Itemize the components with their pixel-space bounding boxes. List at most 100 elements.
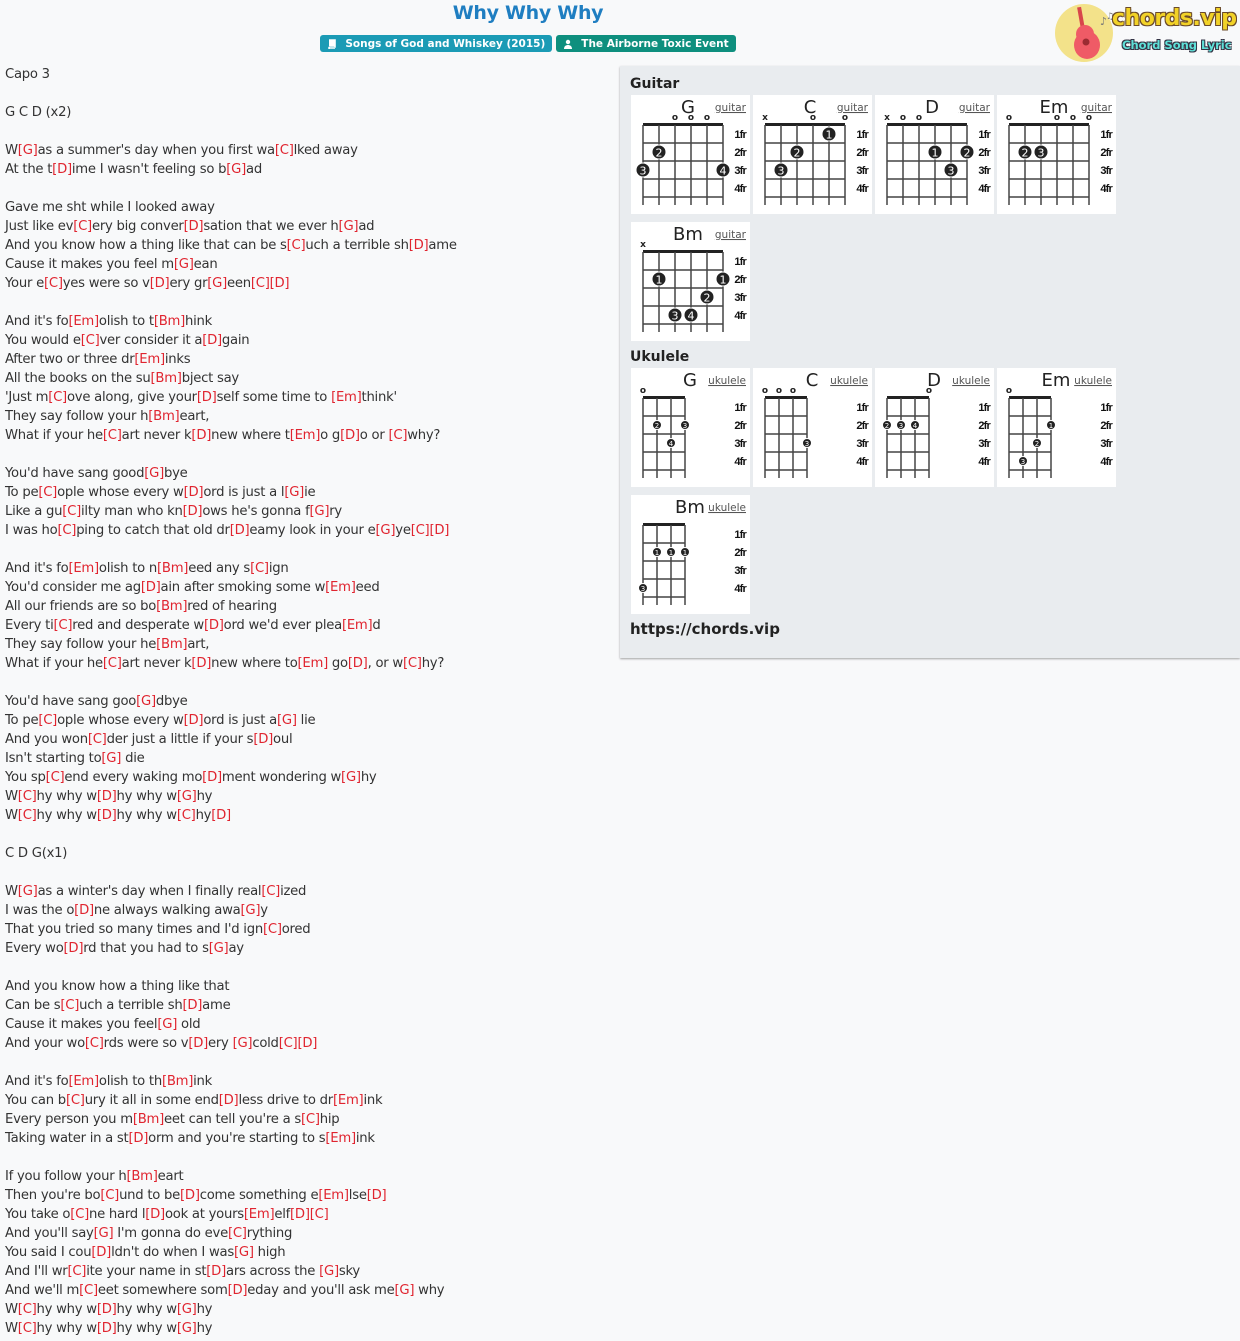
chord-d[interactable]: [D] xyxy=(150,276,170,291)
chord-d[interactable]: [D] xyxy=(290,1207,310,1222)
instrument-link[interactable]: guitar xyxy=(715,229,747,241)
chord-c[interactable]: [C] xyxy=(403,656,422,671)
chord-c[interactable]: [C] xyxy=(310,1207,329,1222)
chord-c[interactable]: [C] xyxy=(279,1036,298,1051)
chord-d[interactable]: [D] xyxy=(228,1283,248,1298)
instrument-link[interactable]: ukulele xyxy=(952,375,990,387)
chord-bm[interactable]: [Bm] xyxy=(157,561,188,576)
chord-c[interactable]: [C] xyxy=(62,504,81,519)
chord-bm[interactable]: [Bm] xyxy=(126,1169,157,1184)
chord-em[interactable]: [Em] xyxy=(134,352,165,367)
chord-d[interactable]: [D] xyxy=(230,523,250,538)
chord-d[interactable]: [D] xyxy=(145,1207,165,1222)
chord-c[interactable]: [C] xyxy=(301,1112,320,1127)
chord-g[interactable]: [G] xyxy=(319,1264,339,1279)
chord-c[interactable]: [C] xyxy=(261,884,280,899)
site-logo[interactable]: ♪ ♫ chords.vip Chord Song Lyric xyxy=(1054,3,1237,63)
chord-c[interactable]: [C] xyxy=(18,1321,37,1336)
instrument-link[interactable]: guitar xyxy=(715,102,747,114)
chord-em[interactable]: [Em] xyxy=(325,580,356,595)
chord-c[interactable]: [C] xyxy=(103,656,122,671)
chord-c[interactable]: [C] xyxy=(60,998,79,1013)
chord-d[interactable]: [D] xyxy=(188,1036,208,1051)
chord-d[interactable]: [D] xyxy=(253,732,273,747)
chord-c[interactable]: [C] xyxy=(228,1226,247,1241)
chord-c[interactable]: [C] xyxy=(411,523,430,538)
chord-c[interactable]: [C] xyxy=(79,1283,98,1298)
chord-c[interactable]: [C] xyxy=(250,561,269,576)
chord-c[interactable]: [C] xyxy=(287,238,306,253)
chord-d[interactable]: [D] xyxy=(340,428,360,443)
chord-c[interactable]: [C] xyxy=(388,428,407,443)
chord-d[interactable]: [D] xyxy=(64,941,84,956)
chord-g[interactable]: [G] xyxy=(309,504,329,519)
chord-c[interactable]: [C] xyxy=(275,143,294,158)
chord-d[interactable]: [D] xyxy=(206,1264,226,1279)
chord-em[interactable]: [Em] xyxy=(298,656,329,671)
chord-em[interactable]: [Em] xyxy=(318,1188,349,1203)
chord-bm[interactable]: [Bm] xyxy=(148,409,179,424)
chord-g[interactable]: [G] xyxy=(341,770,361,785)
chord-bm[interactable]: [Bm] xyxy=(151,371,182,386)
chord-g[interactable]: [G] xyxy=(339,219,359,234)
album-badge[interactable]: Songs of God and Whiskey (2015) xyxy=(320,35,553,52)
chord-d[interactable]: [D] xyxy=(211,808,231,823)
chord-g[interactable]: [G] xyxy=(157,1017,177,1032)
chord-g[interactable]: [G] xyxy=(376,523,396,538)
instrument-link[interactable]: ukulele xyxy=(830,375,868,387)
chord-d[interactable]: [D] xyxy=(97,808,117,823)
chord-g[interactable]: [G] xyxy=(284,485,304,500)
chord-c[interactable]: [C] xyxy=(70,1207,89,1222)
chord-em[interactable]: [Em] xyxy=(290,428,321,443)
chord-c[interactable]: [C] xyxy=(88,732,107,747)
chord-c[interactable]: [C] xyxy=(177,808,196,823)
chord-g[interactable]: [G] xyxy=(101,751,121,766)
chord-c[interactable]: [C] xyxy=(81,333,100,348)
chord-em[interactable]: [Em] xyxy=(342,618,373,633)
chord-c[interactable]: [C] xyxy=(18,808,37,823)
chord-g[interactable]: [G] xyxy=(136,694,156,709)
chord-d[interactable]: [D] xyxy=(429,523,449,538)
chord-d[interactable]: [D] xyxy=(297,1036,317,1051)
chord-g[interactable]: [G] xyxy=(177,1302,197,1317)
chord-c[interactable]: [C] xyxy=(54,618,73,633)
chord-bm[interactable]: [Bm] xyxy=(156,637,187,652)
chord-c[interactable]: [C] xyxy=(18,789,37,804)
chord-em[interactable]: [Em] xyxy=(68,314,99,329)
chord-g[interactable]: [G] xyxy=(174,257,194,272)
chord-d[interactable]: [D] xyxy=(97,1302,117,1317)
chord-g[interactable]: [G] xyxy=(207,276,227,291)
chord-c[interactable]: [C] xyxy=(73,219,92,234)
chord-d[interactable]: [D] xyxy=(183,504,203,519)
chord-c[interactable]: [C] xyxy=(67,1264,86,1279)
chord-bm[interactable]: [Bm] xyxy=(162,1074,193,1089)
chord-d[interactable]: [D] xyxy=(184,485,204,500)
chord-c[interactable]: [C] xyxy=(38,713,57,728)
chord-em[interactable]: [Em] xyxy=(333,1093,364,1108)
chord-g[interactable]: [G] xyxy=(177,789,197,804)
chord-em[interactable]: [Em] xyxy=(325,1131,356,1146)
chord-em[interactable]: [Em] xyxy=(244,1207,275,1222)
instrument-link[interactable]: ukulele xyxy=(708,375,746,387)
chord-d[interactable]: [D] xyxy=(141,580,161,595)
chord-d[interactable]: [D] xyxy=(409,238,429,253)
chord-c[interactable]: [C] xyxy=(38,485,57,500)
chord-c[interactable]: [C] xyxy=(48,390,67,405)
chord-em[interactable]: [Em] xyxy=(331,390,362,405)
chord-g[interactable]: [G] xyxy=(277,713,297,728)
chord-d[interactable]: [D] xyxy=(184,713,204,728)
chord-d[interactable]: [D] xyxy=(191,428,211,443)
chord-d[interactable]: [D] xyxy=(204,618,224,633)
chord-d[interactable]: [D] xyxy=(202,770,222,785)
chord-g[interactable]: [G] xyxy=(240,903,260,918)
chord-c[interactable]: [C] xyxy=(46,770,65,785)
instrument-link[interactable]: guitar xyxy=(959,102,991,114)
chord-g[interactable]: [G] xyxy=(144,466,164,481)
chord-em[interactable]: [Em] xyxy=(68,561,99,576)
chord-d[interactable]: [D] xyxy=(52,162,72,177)
chord-g[interactable]: [G] xyxy=(226,162,246,177)
chord-d[interactable]: [D] xyxy=(128,1131,148,1146)
chord-bm[interactable]: [Bm] xyxy=(154,314,185,329)
chord-d[interactable]: [D] xyxy=(91,1245,111,1260)
chord-c[interactable]: [C] xyxy=(66,1093,85,1108)
